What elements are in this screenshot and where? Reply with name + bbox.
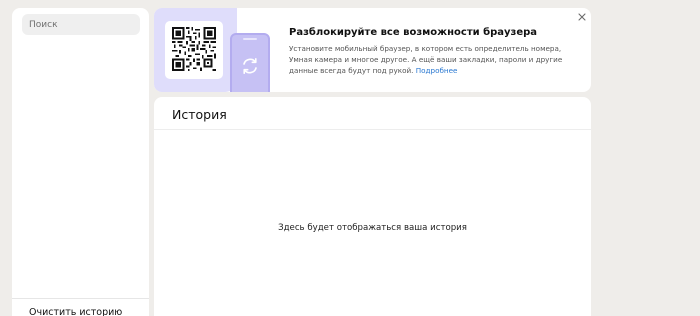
history-divider — [154, 129, 591, 130]
clear-history-button[interactable]: Очистить историю — [29, 307, 122, 316]
phone-notch — [243, 38, 257, 40]
promo-description: Установите мобильный браузер, в котором … — [289, 43, 579, 76]
promo-more-link[interactable]: Подробнее — [416, 66, 458, 75]
promo-close-button[interactable] — [575, 10, 589, 24]
page-title: История — [172, 107, 227, 122]
qr-code-card — [165, 21, 223, 79]
history-page: Очистить историю — [0, 0, 700, 316]
search-box — [22, 14, 140, 35]
search-input[interactable] — [22, 14, 140, 35]
sync-icon — [243, 58, 257, 74]
promo-illustration — [154, 8, 237, 92]
promo-title: Разблокируйте все возможности браузера — [289, 27, 538, 38]
sidebar: Очистить историю — [12, 8, 149, 316]
history-panel: История Здесь будет отображаться ваша ис… — [154, 97, 591, 316]
close-icon — [578, 13, 586, 21]
sidebar-divider — [12, 298, 149, 299]
history-empty-message: Здесь будет отображаться ваша история — [278, 223, 467, 233]
phone-illustration — [230, 33, 270, 92]
qr-code-icon — [172, 27, 216, 71]
mobile-browser-promo: Разблокируйте все возможности браузера У… — [154, 8, 591, 92]
